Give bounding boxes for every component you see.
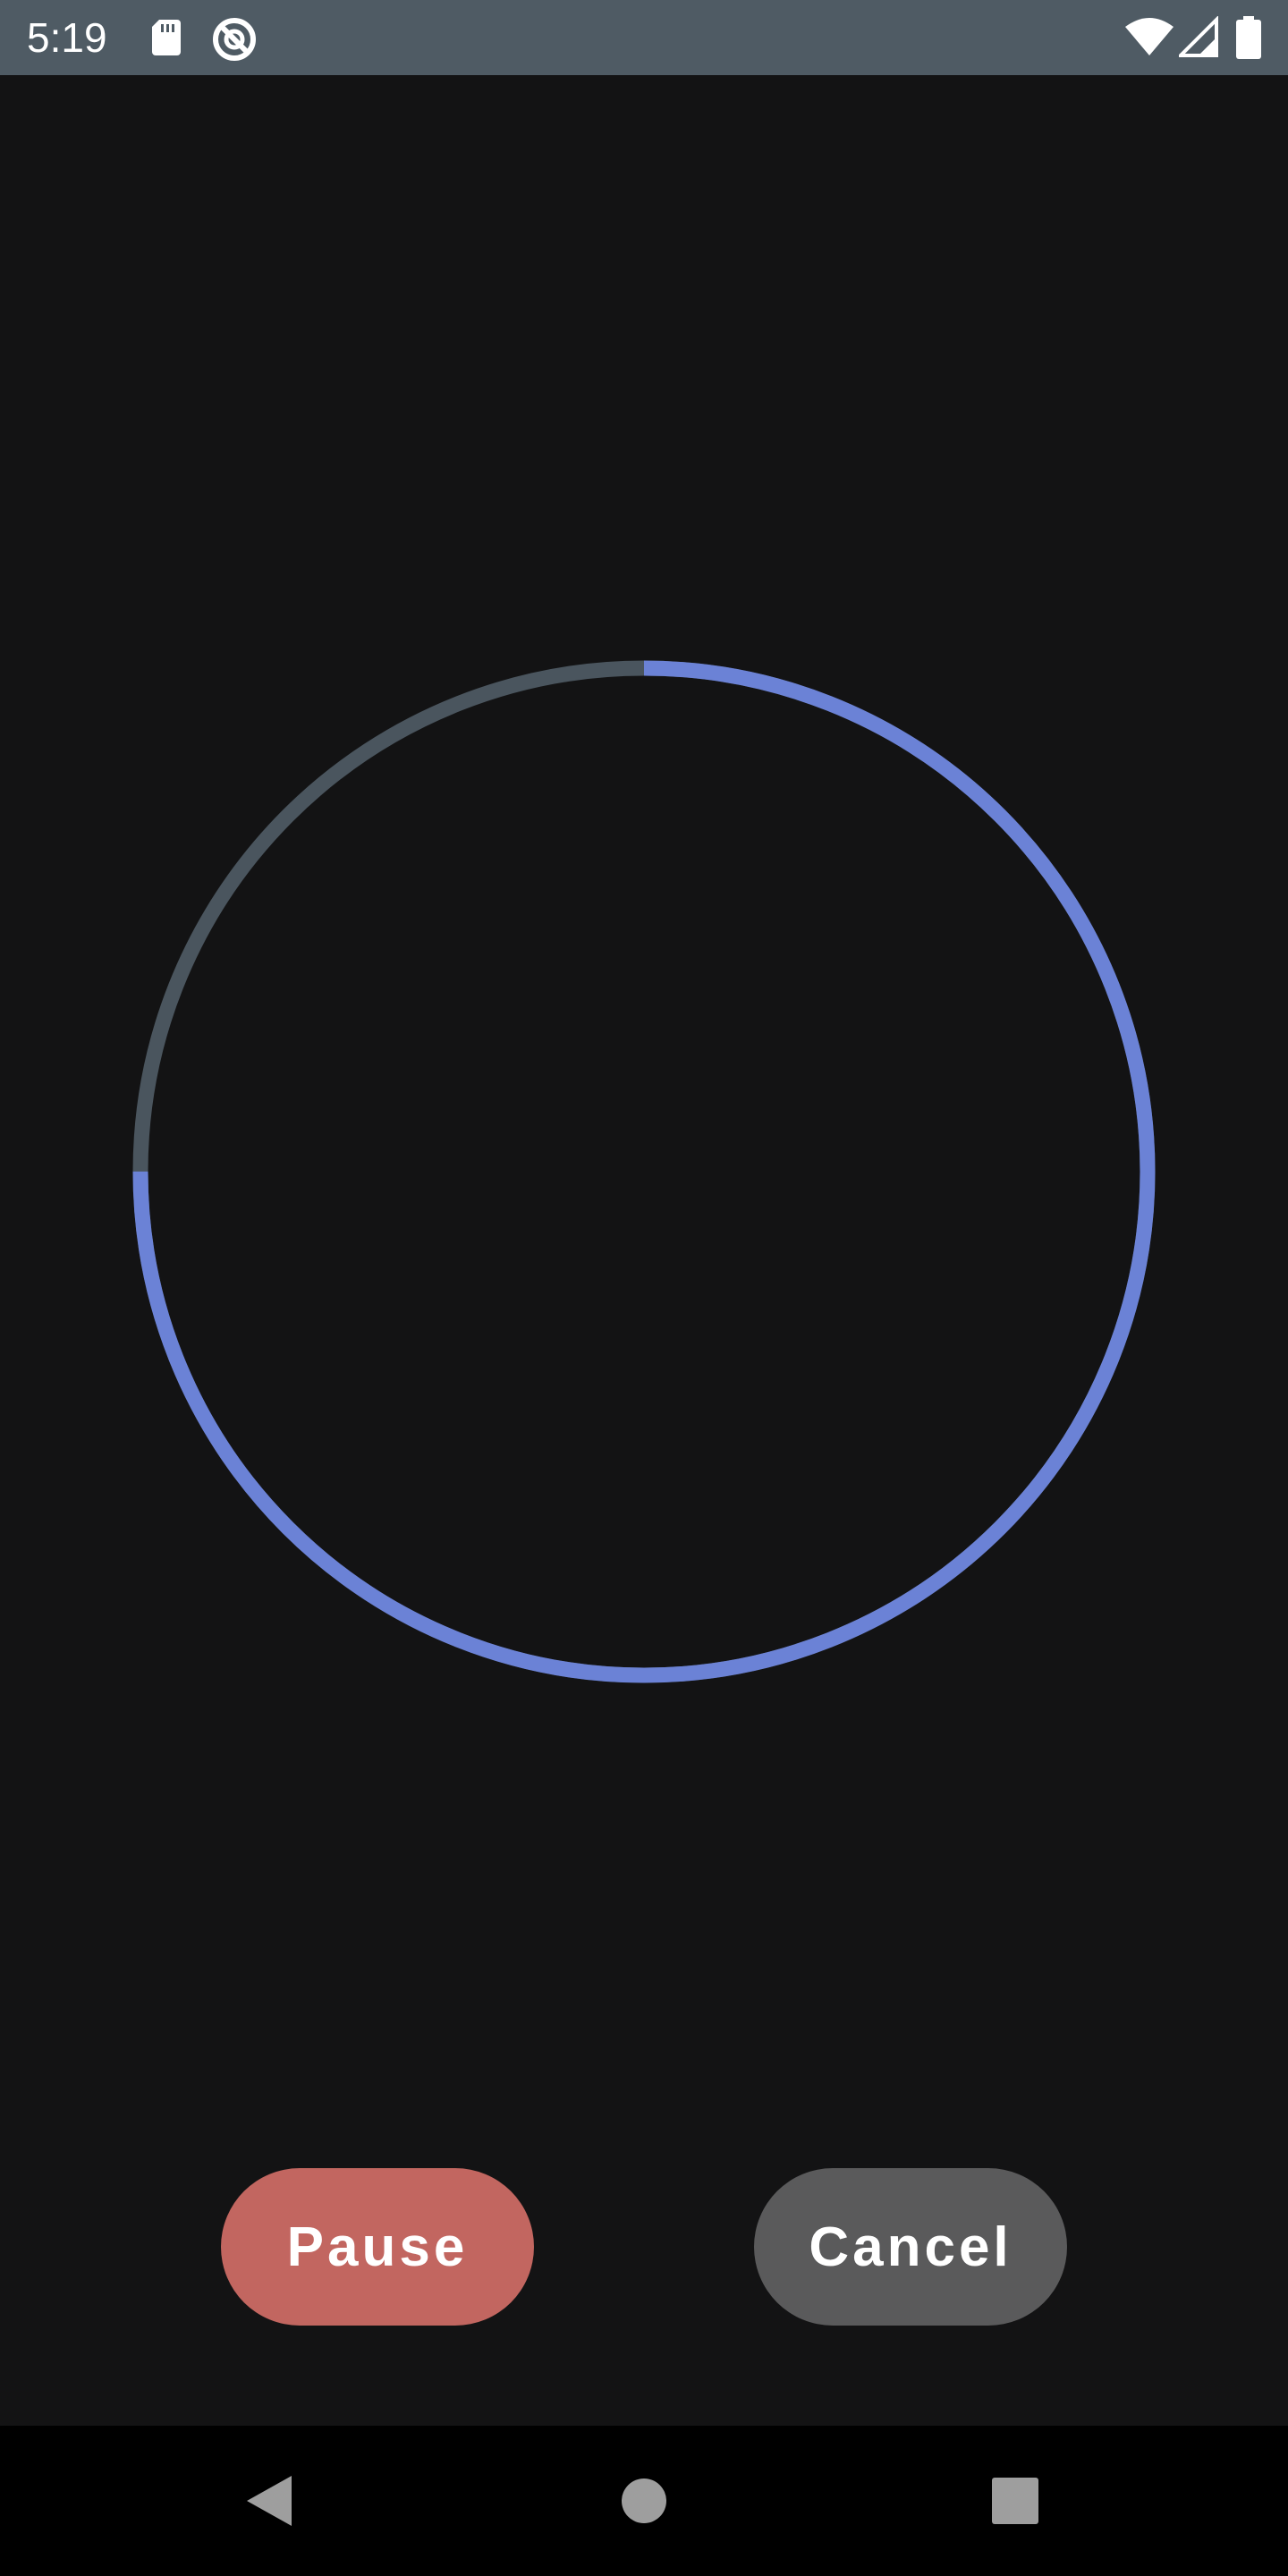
navigation-bar	[0, 2426, 1288, 2576]
cancel-button[interactable]: Cancel	[754, 2168, 1067, 2326]
home-icon[interactable]	[599, 2456, 689, 2546]
timer-ring	[132, 660, 1156, 1683]
back-icon[interactable]	[224, 2456, 313, 2546]
pause-button[interactable]: Pause	[221, 2168, 534, 2326]
recents-icon[interactable]	[970, 2456, 1060, 2546]
timer-screen: 5:19 Pause Cancel	[0, 0, 1288, 2576]
